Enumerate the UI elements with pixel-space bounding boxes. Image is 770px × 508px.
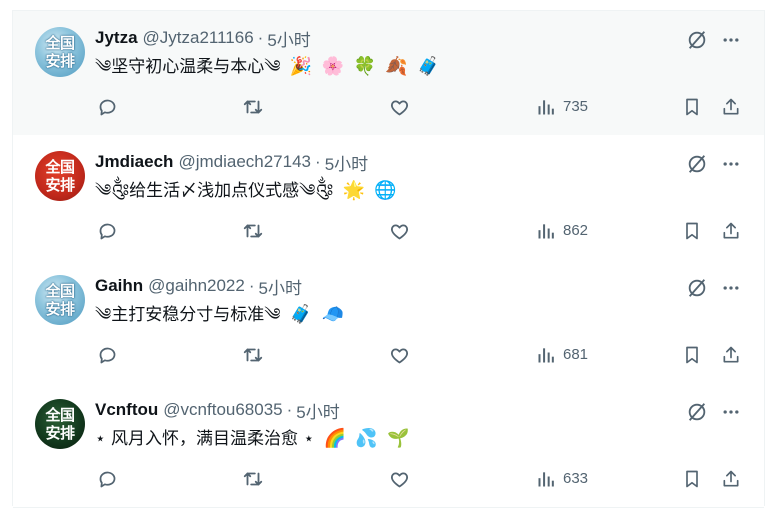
views-count: 633 [563, 470, 589, 487]
emoji: 🌱 [387, 428, 410, 449]
reply-icon[interactable] [94, 94, 120, 120]
like-icon[interactable] [386, 466, 412, 492]
avatar-text-line1: 全国 [45, 406, 75, 424]
tweet-header: Gaihn @gaihn2022 · 5小时 [95, 274, 302, 299]
retweet-icon[interactable] [240, 94, 266, 120]
avatar-text-line1: 全国 [45, 158, 75, 176]
views-icon[interactable] [533, 218, 559, 244]
bookmark-icon[interactable] [679, 342, 705, 368]
emoji: 🧳 [289, 304, 313, 325]
grok-icon[interactable] [684, 27, 710, 53]
grok-icon[interactable] [684, 151, 710, 177]
emoji: 🌟 [342, 180, 365, 201]
tweet-text-body: ༄坚守初心温柔与本心༄ [95, 57, 281, 77]
user-handle[interactable]: @vcnftou68035 [163, 400, 282, 420]
bookmark-icon[interactable] [679, 94, 705, 120]
views-icon[interactable] [533, 466, 559, 492]
separator-dot: · [257, 28, 264, 47]
tweet-text-body: ⋆ 风月入怀，满目温柔治愈 ⋆ [95, 429, 315, 449]
display-name[interactable]: Jmdiaech [95, 152, 173, 172]
separator-dot: · [248, 276, 255, 295]
avatar[interactable]: 全国 安排 [35, 275, 85, 325]
emoji: 🎉 [289, 56, 313, 77]
timeline-feed: 全国 安排 Jytza @Jytza211166 · 5小时 ༄坚守初心温柔与本… [12, 10, 765, 508]
retweet-icon[interactable] [240, 342, 266, 368]
display-name[interactable]: Vcnftou [95, 400, 158, 420]
avatar[interactable]: 全国 安排 [35, 399, 85, 449]
emoji: 🌸 [321, 56, 345, 77]
emoji: 💦 [355, 428, 378, 449]
more-icon[interactable] [718, 399, 744, 425]
avatar-text-line2: 安排 [45, 300, 75, 318]
emoji: 🌈 [323, 428, 346, 449]
tweet[interactable]: 全国 安排 Vcnftou @vcnftou68035 · 5小时 ⋆ 风月入怀… [13, 383, 764, 508]
tweet[interactable]: 全国 安排 Gaihn @gaihn2022 · 5小时 ༄主打安稳分寸与标准༄… [13, 259, 764, 384]
emoji: 🍂 [385, 56, 408, 77]
timestamp[interactable]: 5小时 [259, 274, 302, 299]
reply-icon[interactable] [94, 342, 120, 368]
emoji: 🧳 [417, 56, 440, 77]
separator-dot: · [315, 152, 321, 171]
timestamp[interactable]: 5小时 [267, 26, 310, 51]
bookmark-icon[interactable] [679, 466, 705, 492]
emoji: 🧢 [321, 304, 345, 325]
retweet-icon[interactable] [240, 466, 266, 492]
share-icon[interactable] [718, 466, 744, 492]
tweet-text: ༄主打安稳分寸与标准༄ 🧳 🧢 [95, 301, 344, 329]
user-handle[interactable]: @Jytza211166 [143, 28, 254, 48]
user-handle[interactable]: @jmdiaech27143 [178, 152, 311, 172]
grok-icon[interactable] [684, 399, 710, 425]
emoji: 🍀 [353, 56, 376, 77]
timestamp[interactable]: 5小时 [296, 398, 339, 423]
emoji: 🌐 [374, 180, 397, 201]
share-icon[interactable] [718, 94, 744, 120]
views-icon[interactable] [533, 342, 559, 368]
like-icon[interactable] [386, 94, 412, 120]
avatar[interactable]: 全国 安排 [35, 27, 85, 77]
share-icon[interactable] [718, 218, 744, 244]
tweet-text: ⋆ 风月入怀，满目温柔治愈 ⋆ 🌈 💦 🌱 [95, 425, 410, 453]
avatar-text-line1: 全国 [45, 282, 75, 300]
tweet-text-body: ༄༂给生活〆浅加点仪式感༄༂ [95, 181, 334, 201]
views-count: 735 [563, 98, 589, 115]
tweet-text: ༄༂给生活〆浅加点仪式感༄༂ 🌟 🌐 [95, 177, 397, 205]
tweet-header: Vcnftou @vcnftou68035 · 5小时 [95, 398, 340, 423]
share-icon[interactable] [718, 342, 744, 368]
avatar-text-line2: 安排 [45, 424, 75, 442]
like-icon[interactable] [386, 218, 412, 244]
tweet[interactable]: 全国 安排 Jytza @Jytza211166 · 5小时 ༄坚守初心温柔与本… [13, 11, 764, 136]
reply-icon[interactable] [94, 466, 120, 492]
tweet-text-body: ༄主打安稳分寸与标准༄ [95, 305, 281, 325]
user-handle[interactable]: @gaihn2022 [148, 276, 245, 296]
display-name[interactable]: Gaihn [95, 276, 143, 296]
avatar-text-line1: 全国 [45, 34, 75, 52]
display-name[interactable]: Jytza [95, 28, 138, 48]
avatar[interactable]: 全国 安排 [35, 151, 85, 201]
bookmark-icon[interactable] [679, 218, 705, 244]
like-icon[interactable] [386, 342, 412, 368]
timestamp[interactable]: 5小时 [325, 150, 368, 175]
views-count: 862 [563, 222, 589, 239]
retweet-icon[interactable] [240, 218, 266, 244]
avatar-text-line2: 安排 [45, 176, 75, 194]
tweet-text: ༄坚守初心温柔与本心༄ 🎉 🌸 🍀 🍂 🧳 [95, 53, 440, 81]
views-count: 681 [563, 346, 589, 363]
separator-dot: · [286, 400, 293, 419]
avatar-text-line2: 安排 [45, 52, 75, 70]
grok-icon[interactable] [684, 275, 710, 301]
reply-icon[interactable] [94, 218, 120, 244]
more-icon[interactable] [718, 27, 744, 53]
more-icon[interactable] [718, 275, 744, 301]
tweet-header: Jmdiaech @jmdiaech27143 · 5小时 [95, 150, 368, 175]
tweet[interactable]: 全国 安排 Jmdiaech @jmdiaech27143 · 5小时 ༄༂给生… [13, 135, 764, 260]
more-icon[interactable] [718, 151, 744, 177]
tweet-header: Jytza @Jytza211166 · 5小时 [95, 26, 311, 51]
views-icon[interactable] [533, 94, 559, 120]
